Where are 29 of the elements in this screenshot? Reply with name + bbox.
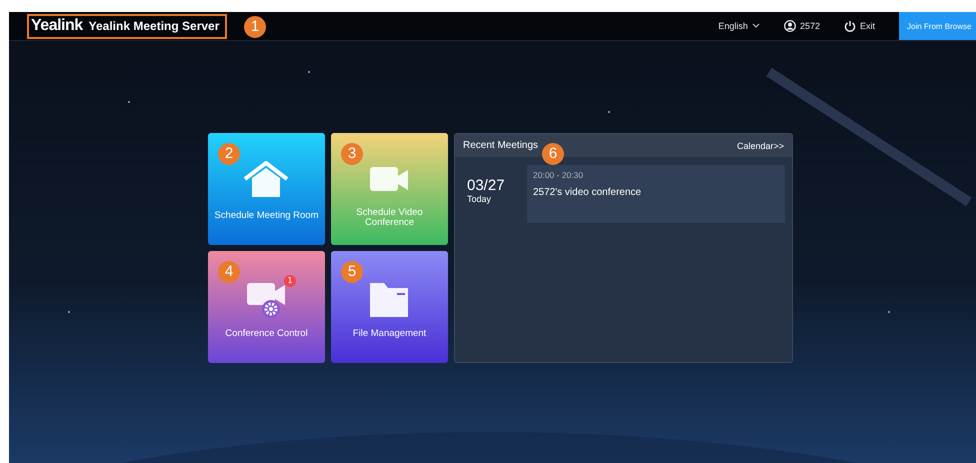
callout-marker: 2 [218,143,240,165]
panel-title: Recent Meetings [463,140,538,151]
menu-tile[interactable]: File Management 5 [331,251,448,363]
tile-label: Schedule Meeting Room [213,211,320,221]
exit-link[interactable]: Exit [860,21,875,31]
menu-tile[interactable]: Schedule Meeting Room 2 [208,133,325,245]
day-label: Today [467,194,492,204]
caret-icon [752,23,760,29]
product-name: Yealink Meeting Server [88,19,220,33]
count-badge: 1 [284,275,296,287]
meeting-card[interactable]: 20:00 - 20:30 2572's video conference [527,165,785,223]
meeting-title: 2572's video conference [533,187,642,198]
power-icon [844,20,856,32]
menu-tile[interactable]: Conference Control 1 4 [208,251,325,363]
meeting-time: 20:00 - 20:30 [533,170,584,180]
tile-label: Schedule Video Conference [355,208,424,228]
meeting-date: 03/27 [467,177,506,194]
callout-marker: 6 [542,143,564,165]
join-button[interactable]: Join From Browse [899,12,976,40]
callout-marker: 4 [218,261,240,283]
tile-label: File Management [352,329,428,339]
user-name: 2572 [800,21,820,31]
logo: Yealink [31,17,83,35]
tile-label: Conference Control [224,329,309,339]
callout-marker: 5 [341,261,363,283]
user-icon [784,20,796,32]
language-selector[interactable]: English [718,21,748,31]
calendar-link[interactable]: Calendar>> [736,140,784,150]
callout-marker: 3 [341,143,363,165]
